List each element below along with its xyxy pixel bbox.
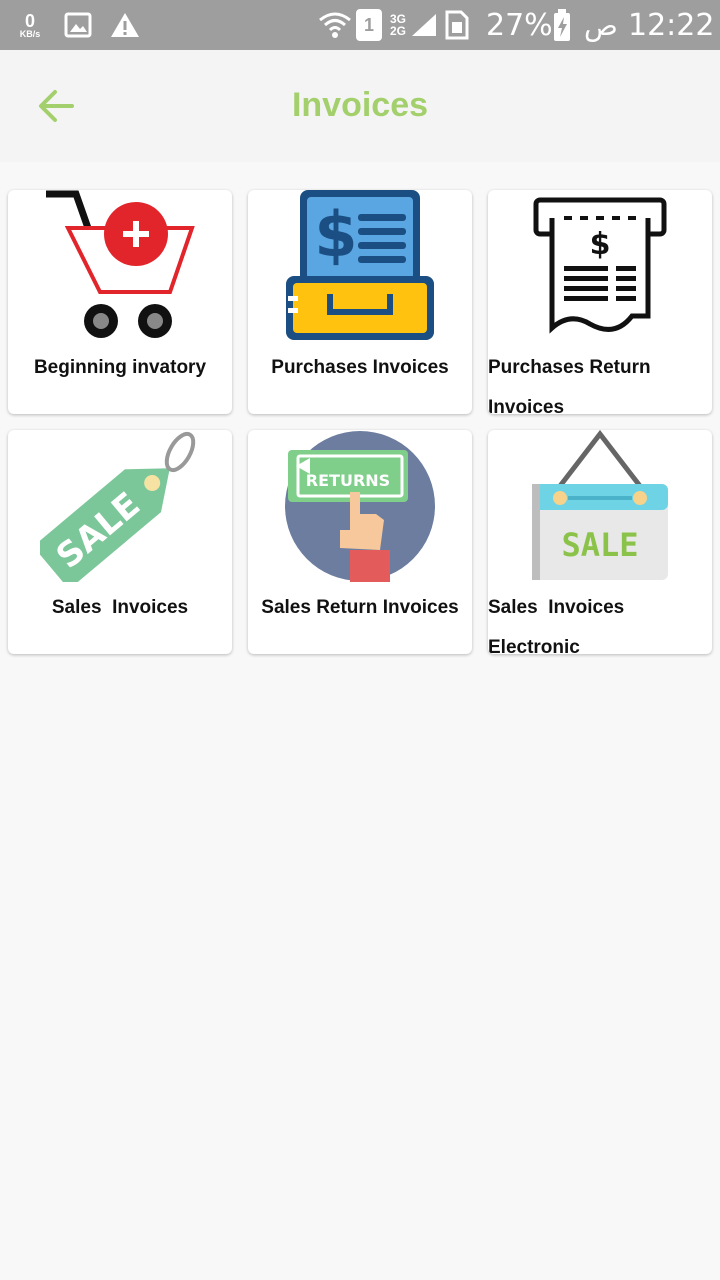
battery-percent: 27% <box>486 7 553 43</box>
clock: 12:22 <box>628 7 715 43</box>
wifi-icon <box>318 0 352 50</box>
card-sales-invoices-electronic[interactable]: SALE Sales Invoices Electronic <box>488 430 712 654</box>
gallery-notification-icon <box>64 0 92 50</box>
svg-text:$: $ <box>314 198 357 271</box>
network-speed: 0 KB/s <box>14 0 46 50</box>
network-type: 3G 2G <box>390 0 406 50</box>
svg-text:SALE: SALE <box>561 526 638 564</box>
card-label: Sales Return Invoices <box>261 597 459 618</box>
hanging-sale-sign-icon: SALE <box>532 430 668 580</box>
sim-slot-number: 1 <box>356 9 382 41</box>
svg-text:RETURNS: RETURNS <box>306 471 390 490</box>
svg-text:$: $ <box>590 227 611 262</box>
card-purchases-invoices[interactable]: $ Purchases Invoices <box>248 190 472 414</box>
signal-icon <box>410 0 438 50</box>
receipt-icon: $ <box>533 197 667 334</box>
network-2g-label: 2G <box>390 24 407 38</box>
card-sales-invoices[interactable]: SALE Sales Invoices <box>8 430 232 654</box>
cash-register-icon: $ <box>286 190 434 340</box>
app-bar: Invoices <box>0 50 720 162</box>
warning-icon <box>110 0 140 50</box>
card-label: Sales Invoices <box>51 597 189 618</box>
sim-slot-badge: 1 <box>356 0 382 50</box>
sale-tag-icon: SALE <box>40 431 196 582</box>
card-purchases-return-invoices[interactable]: $ Purchases Return Invoices <box>488 190 712 414</box>
card-beginning-inventory[interactable]: Beginning invatory <box>8 190 232 414</box>
card-sales-return-invoices[interactable]: RETURNS Sales Return Invoices <box>248 430 472 654</box>
network-speed-value: 0 <box>24 10 35 31</box>
card-label: Sales Invoices Electronic <box>488 597 625 654</box>
ampm-indicator: ص <box>584 8 618 42</box>
card-label: Purchases Invoices <box>271 357 449 378</box>
returns-sign-icon: RETURNS <box>285 431 435 582</box>
card-label: Purchases Return Invoices <box>488 357 651 414</box>
status-bar: 0 KB/s 1 3G 2G 27% ص 12:22 <box>0 0 720 50</box>
shopping-cart-add-icon <box>46 190 195 338</box>
sim-card-icon <box>444 0 470 50</box>
network-speed-unit: KB/s <box>19 28 41 39</box>
page-title: Invoices <box>291 86 429 124</box>
battery-charging-icon <box>552 0 572 50</box>
card-label: Beginning invatory <box>33 357 207 378</box>
